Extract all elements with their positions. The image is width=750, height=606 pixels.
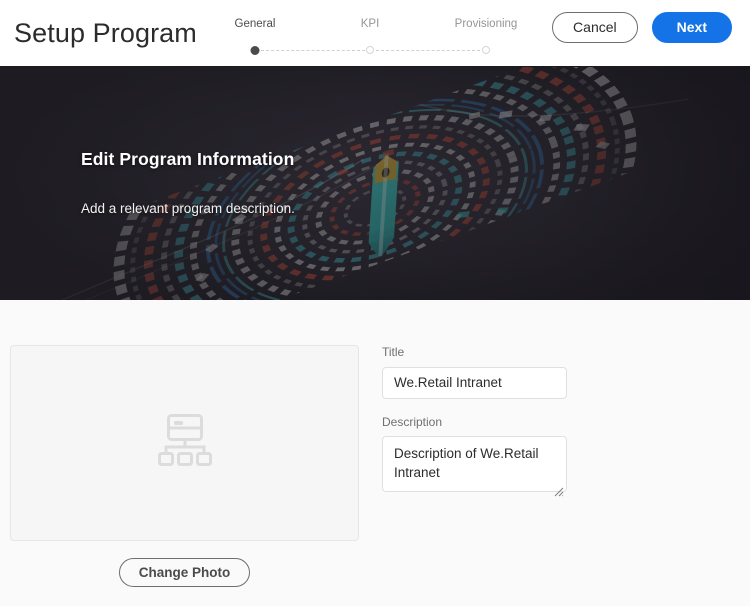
cancel-button[interactable]: Cancel — [552, 12, 638, 43]
hero-banner: Edit Program Information Add a relevant … — [0, 66, 750, 300]
description-label: Description — [382, 414, 443, 429]
step-labels: General KPI Provisioning — [228, 18, 558, 34]
app-header: Setup Program General KPI Provisioning C… — [0, 0, 750, 66]
step-label-general[interactable]: General — [235, 18, 276, 30]
description-textarea[interactable] — [382, 436, 567, 493]
step-track — [228, 45, 558, 55]
step-connector-1 — [261, 50, 365, 51]
hero-subtitle: Add a relevant program description. — [81, 201, 295, 216]
program-form: Change Photo Title Description — [0, 300, 750, 606]
description-field-group: Description — [382, 415, 567, 498]
hero-title: Edit Program Information — [81, 149, 295, 169]
next-button[interactable]: Next — [651, 12, 732, 43]
title-label: Title — [382, 345, 405, 359]
description-wrapper — [382, 436, 567, 497]
hero-text-block: Edit Program Information Add a relevant … — [81, 149, 295, 216]
change-photo-button[interactable]: Change Photo — [118, 558, 251, 587]
step-connector-2 — [376, 50, 480, 51]
fields-column: Title Description — [370, 345, 567, 606]
header-actions: Cancel Next — [552, 12, 732, 43]
page-title: Setup Program — [14, 18, 197, 48]
photo-actions: Change Photo — [10, 558, 359, 587]
title-field-group: Title — [382, 345, 567, 399]
sitemap-icon — [157, 414, 213, 472]
step-dot-general[interactable] — [250, 45, 260, 55]
photo-placeholder[interactable] — [10, 345, 359, 541]
step-indicator: General KPI Provisioning — [228, 18, 558, 58]
step-dot-provisioning[interactable] — [482, 46, 490, 54]
step-label-kpi[interactable]: KPI — [361, 18, 380, 30]
title-input[interactable] — [382, 366, 567, 399]
photo-column: Change Photo — [0, 345, 370, 606]
step-dot-kpi[interactable] — [366, 46, 374, 54]
step-label-provisioning[interactable]: Provisioning — [455, 18, 518, 30]
